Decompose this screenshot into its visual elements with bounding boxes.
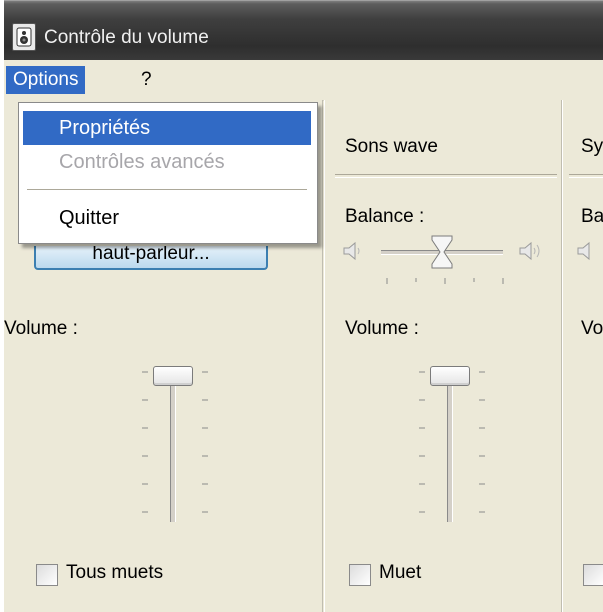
channel-name: Sy	[581, 136, 603, 157]
balance-label: Ba	[581, 206, 603, 227]
menu-bar: Options ?	[4, 60, 603, 101]
volume-label: Volume :	[4, 318, 78, 339]
divider	[569, 174, 603, 178]
balance-ticks	[386, 278, 504, 284]
mute-checkbox[interactable]	[349, 564, 371, 586]
volume-label: Volume :	[345, 318, 419, 339]
mute-all-label: Tous muets	[66, 562, 164, 583]
wave-channel-panel: Sons wave Balance : Volume : Muet	[324, 100, 562, 612]
balance-slider-thumb[interactable]	[429, 234, 455, 270]
advanced-button[interactable]: haut-parleur...	[34, 246, 268, 270]
volume-control-window: Contrôle du volume Options ? haut-parleu…	[4, 0, 603, 612]
mute-all-checkbox[interactable]	[36, 564, 58, 586]
menu-item-advanced-controls: Contrôles avancés	[59, 151, 225, 173]
third-channel-panel: Sy Ba Vo	[562, 100, 603, 612]
options-dropdown-menu: Propriétés Contrôles avancés Quitter	[18, 102, 318, 244]
divider	[335, 174, 557, 178]
volume-slider-thumb[interactable]	[153, 366, 193, 386]
volume-slider-thumb[interactable]	[430, 366, 470, 386]
menu-item-properties[interactable]: Propriétés	[23, 111, 311, 145]
menu-options[interactable]: Options	[6, 66, 86, 94]
window-title: Contrôle du volume	[44, 27, 209, 48]
mute-label: Muet	[379, 562, 422, 583]
menu-help[interactable]: ?	[134, 66, 159, 94]
speaker-icon	[12, 23, 36, 51]
speaker-left-icon	[343, 241, 360, 261]
menu-item-quit[interactable]: Quitter	[23, 201, 311, 235]
title-bar[interactable]: Contrôle du volume	[4, 0, 603, 61]
mute-checkbox[interactable]	[583, 564, 603, 586]
speaker-right-icon	[519, 241, 540, 261]
channel-name: Sons wave	[345, 136, 438, 157]
volume-slider-track[interactable]	[447, 372, 453, 522]
menu-separator	[27, 189, 307, 190]
balance-label: Balance :	[345, 206, 425, 227]
volume-slider-track[interactable]	[170, 372, 176, 522]
speaker-left-icon	[577, 241, 590, 261]
volume-label: Vo	[581, 318, 603, 339]
